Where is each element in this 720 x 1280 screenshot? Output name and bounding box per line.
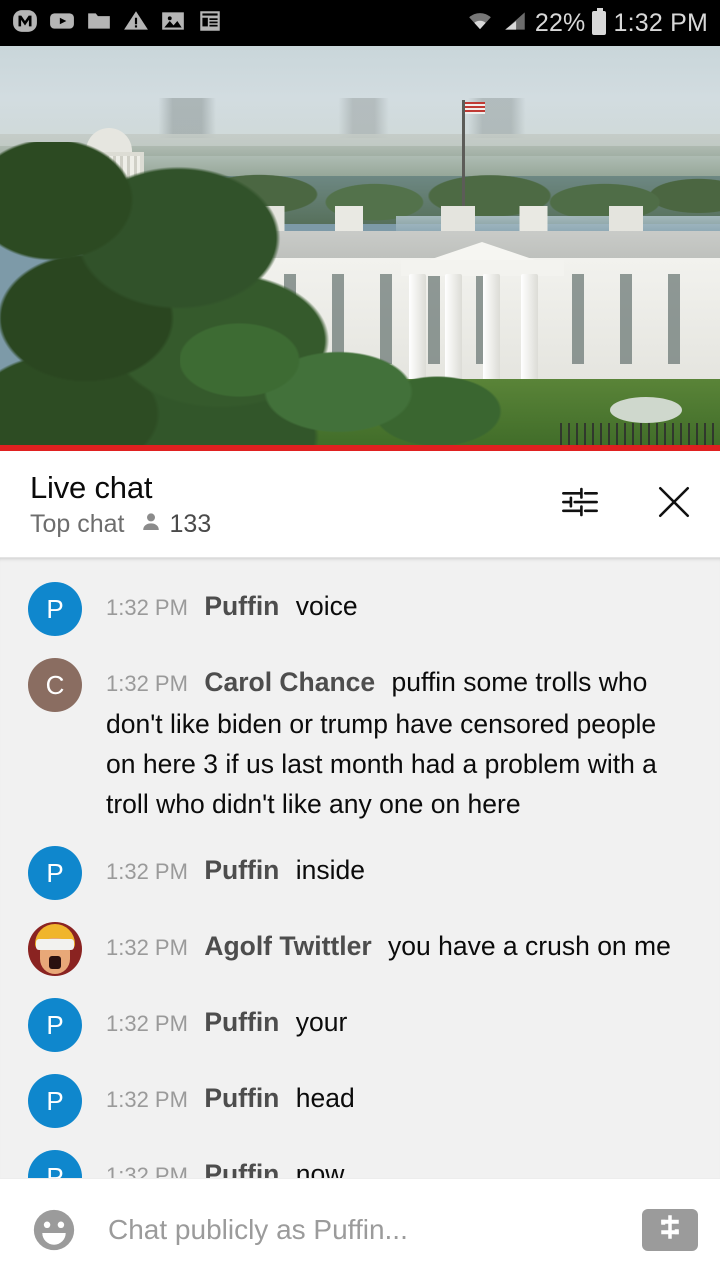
close-icon — [652, 480, 696, 529]
chat-message-body: 1:32 PM Carol Chance puffin some trolls … — [106, 656, 666, 824]
avatar[interactable]: P — [28, 1074, 82, 1128]
live-chat-subheader: Top chat 133 — [30, 510, 211, 539]
status-bar-notification-icons — [12, 8, 223, 39]
dollar-superchat-icon — [655, 1212, 685, 1247]
avatar-initial: C — [45, 669, 65, 700]
message-text: inside — [295, 855, 365, 885]
message-author[interactable]: Puffin — [204, 1083, 279, 1113]
perimeter-fence — [560, 423, 720, 445]
avatar-initial: P — [46, 857, 64, 888]
chat-message[interactable]: C 1:32 PM Carol Chance puffin some troll… — [0, 646, 720, 834]
avatar-mouth — [49, 956, 61, 969]
message-author[interactable]: Puffin — [204, 855, 279, 885]
cell-signal-icon — [502, 8, 528, 39]
avatar[interactable]: P — [28, 846, 82, 900]
avatar-initial: P — [46, 1161, 64, 1179]
message-text: puffin some trolls who don't like biden … — [106, 667, 657, 819]
avatar-initial: P — [46, 593, 64, 624]
message-text: now — [295, 1159, 345, 1178]
video-player[interactable] — [0, 46, 720, 451]
live-chat-header: Live chat Top chat 133 — [0, 451, 720, 558]
message-text: you have a crush on me — [388, 931, 671, 961]
live-chat-header-actions — [558, 482, 696, 526]
clock-label: 1:32 PM — [613, 8, 708, 37]
status-bar: 22% 1:32 PM — [0, 0, 720, 46]
message-timestamp: 1:32 PM — [106, 1011, 188, 1036]
message-author[interactable]: Puffin — [204, 1159, 279, 1178]
message-author[interactable]: Puffin — [204, 1007, 279, 1037]
battery-icon — [592, 8, 607, 35]
chat-message[interactable]: P 1:32 PM Puffin voice — [0, 570, 720, 646]
message-timestamp: 1:32 PM — [106, 859, 188, 884]
message-author[interactable]: Puffin — [204, 591, 279, 621]
image-icon — [160, 8, 186, 39]
message-timestamp: 1:32 PM — [106, 1087, 188, 1112]
chat-message-body: 1:32 PM Puffin inside — [106, 844, 365, 892]
viewer-count: 133 — [139, 509, 212, 539]
fountain — [610, 397, 682, 423]
folder-icon — [86, 8, 112, 39]
avatar[interactable]: P — [28, 998, 82, 1052]
avatar[interactable]: P — [28, 1150, 82, 1178]
chat-message-body: 1:32 PM Puffin now — [106, 1148, 344, 1178]
chat-message[interactable]: P 1:32 PM Puffin your — [0, 986, 720, 1062]
phone-screen: 22% 1:32 PM Live chat Top chat 133 P 1:3… — [0, 0, 720, 1280]
chat-input[interactable] — [108, 1213, 642, 1246]
page-title: Live chat — [30, 469, 153, 505]
m-badge-icon — [12, 8, 38, 39]
wifi-icon — [465, 8, 495, 39]
viewer-count-label: 133 — [169, 509, 212, 538]
chat-message-body: 1:32 PM Puffin voice — [106, 580, 358, 628]
chat-message[interactable]: P 1:32 PM Puffin now — [0, 1138, 720, 1178]
live-chat-message-list[interactable]: P 1:32 PM Puffin voice C 1:32 PM Carol C… — [0, 558, 720, 1178]
chat-composer — [0, 1178, 720, 1280]
status-bar-system-icons: 22% 1:32 PM — [465, 8, 708, 39]
chat-message-body: 1:32 PM Puffin head — [106, 1072, 355, 1120]
close-chat-button[interactable] — [652, 482, 696, 526]
chat-message[interactable]: P 1:32 PM Puffin inside — [0, 834, 720, 910]
tune-sliders-icon — [559, 481, 601, 528]
avatar-eye-band — [36, 939, 74, 950]
message-author[interactable]: Agolf Twittler — [204, 931, 371, 961]
emoji-smiley-icon — [28, 1209, 80, 1260]
message-timestamp: 1:32 PM — [106, 595, 188, 620]
avatar[interactable]: P — [28, 582, 82, 636]
chat-message[interactable]: 1:32 PM Agolf Twittler you have a crush … — [0, 910, 720, 986]
foreground-tree-center — [180, 296, 510, 451]
chat-message[interactable]: P 1:32 PM Puffin head — [0, 1062, 720, 1138]
battery-percent-label: 22% — [534, 8, 586, 37]
message-timestamp: 1:32 PM — [106, 935, 188, 960]
chat-message-body: 1:32 PM Agolf Twittler you have a crush … — [106, 920, 671, 968]
message-author[interactable]: Carol Chance — [204, 667, 375, 697]
message-text: voice — [295, 591, 358, 621]
chat-mode-label[interactable]: Top chat — [30, 510, 125, 539]
message-timestamp: 1:32 PM — [106, 671, 188, 696]
emoji-picker-button[interactable] — [28, 1204, 80, 1256]
message-text: head — [295, 1083, 355, 1113]
notepad-icon — [197, 8, 223, 39]
warning-triangle-icon — [123, 8, 149, 39]
message-timestamp: 1:32 PM — [106, 1163, 188, 1178]
live-chat-header-titles: Live chat Top chat 133 — [30, 470, 211, 539]
super-chat-button[interactable] — [642, 1208, 698, 1251]
avatar[interactable] — [28, 922, 82, 976]
message-text: your — [295, 1007, 348, 1037]
avatar-initial: P — [46, 1085, 64, 1116]
avatar[interactable]: C — [28, 658, 82, 712]
person-icon — [139, 510, 163, 539]
avatar-initial: P — [46, 1009, 64, 1040]
chat-settings-button[interactable] — [558, 482, 602, 526]
chat-message-body: 1:32 PM Puffin your — [106, 996, 347, 1044]
us-flag — [465, 102, 485, 114]
youtube-icon — [49, 8, 75, 39]
